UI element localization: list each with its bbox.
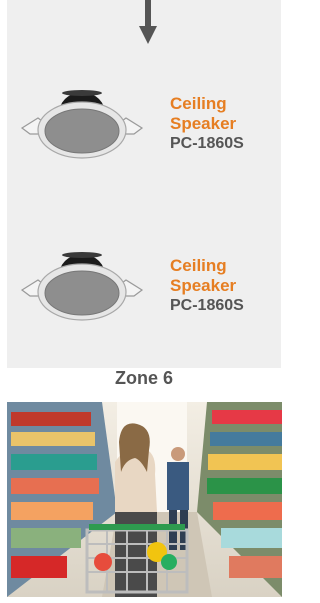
speaker-model: PC-1860S xyxy=(170,297,244,314)
zone-label: Zone 6 xyxy=(114,368,173,388)
speaker-name-line2: Speaker xyxy=(170,276,237,295)
ceiling-speaker-icon xyxy=(20,90,144,159)
speaker-item-1: Ceiling Speaker PC-1860S xyxy=(12,82,272,192)
ceiling-speaker-icon xyxy=(20,252,144,321)
speaker-label-2: Ceiling Speaker PC-1860S xyxy=(170,256,244,316)
speaker-name-line1: Ceiling xyxy=(170,94,227,113)
speaker-label-1: Ceiling Speaker PC-1860S xyxy=(170,94,244,154)
speaker-item-2: Ceiling Speaker PC-1860S xyxy=(12,244,272,354)
speaker-name-line1: Ceiling xyxy=(170,256,227,275)
arrow-down-icon xyxy=(139,0,157,44)
speaker-name-line2: Speaker xyxy=(170,114,237,133)
supermarket-photo xyxy=(7,402,282,597)
speaker-model: PC-1860S xyxy=(170,135,244,152)
